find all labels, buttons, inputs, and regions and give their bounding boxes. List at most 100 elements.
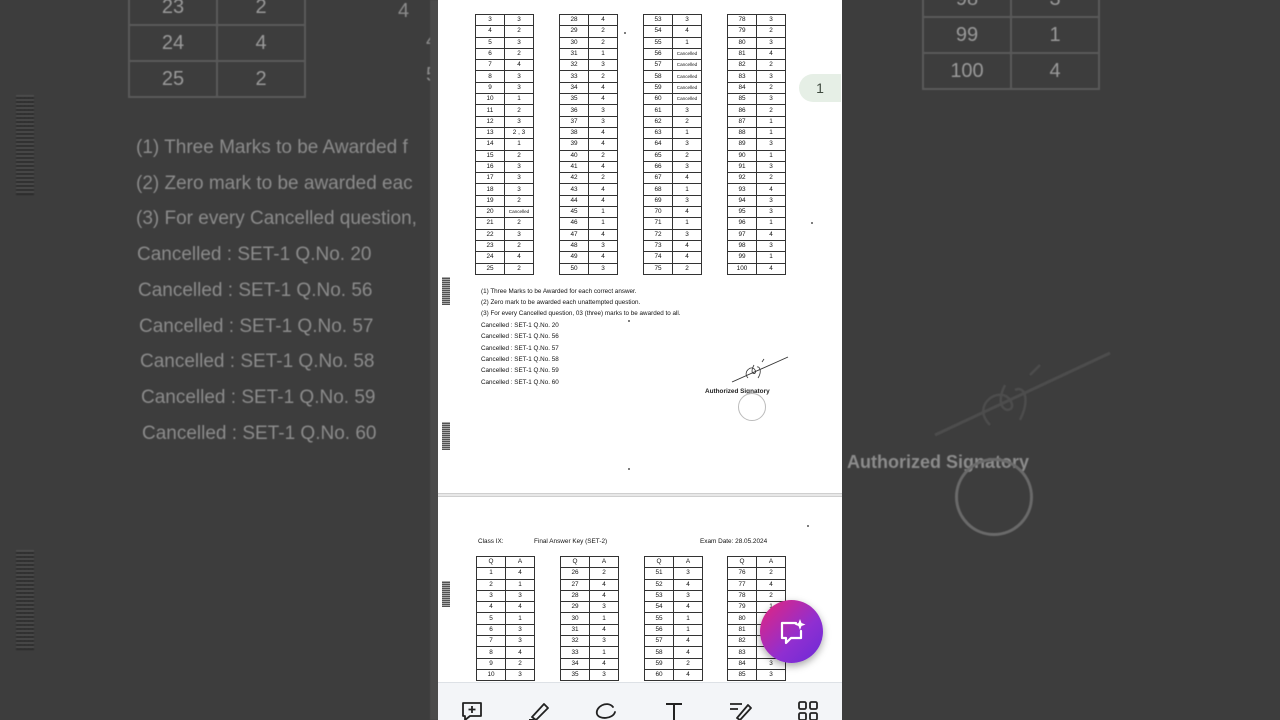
- answer-cell: 4: [756, 228, 786, 241]
- table-row: 61 3: [643, 104, 702, 117]
- highlight-icon: [528, 703, 549, 720]
- question-number-cell: 86: [727, 104, 757, 117]
- question-number-cell: 74: [643, 251, 673, 264]
- answer-cell: 2: [756, 25, 786, 38]
- table-row: 42: [475, 25, 534, 38]
- answer-cell: 4: [756, 578, 786, 591]
- answer-cell: 2: [673, 657, 703, 670]
- answer-cell: 4: [589, 578, 619, 591]
- answer-cell: 2: [504, 194, 534, 208]
- table-row: 13 2 , 3: [475, 126, 534, 140]
- answer-cell: 4: [673, 668, 703, 682]
- question-number-cell: 5: [476, 612, 506, 625]
- question-number-cell: 4: [475, 25, 505, 38]
- draw-button[interactable]: [593, 701, 619, 720]
- question-number-cell: 56: [644, 623, 674, 637]
- question-number-cell: Q: [644, 555, 674, 569]
- answer-cell: 4: [756, 183, 786, 196]
- answer-cell: 2: [504, 217, 534, 230]
- answer-cell: 2: [589, 567, 619, 580]
- scan-dot: [628, 468, 630, 470]
- answer-cell: 4: [588, 13, 618, 27]
- question-number-cell: 7: [476, 635, 506, 648]
- answer-cell: Cancelled: [672, 70, 702, 83]
- question-number-cell: 58: [644, 646, 674, 659]
- table-row: 30 1: [560, 612, 619, 625]
- table-row: 100 4: [727, 262, 786, 275]
- bottom-toolbar: [438, 682, 842, 720]
- question-number-cell: 57: [644, 635, 674, 648]
- table-row: 83: [475, 70, 534, 83]
- table-row: 48 3: [559, 239, 618, 253]
- table-row: 11 2: [475, 104, 534, 117]
- question-number-cell: 87: [727, 115, 757, 128]
- text-icon: [665, 703, 682, 720]
- answer-cell: 2: [504, 149, 534, 162]
- table-row: 99 1: [727, 251, 786, 264]
- cancelled-note: Cancelled : SET-1 Q.No. 20: [481, 322, 559, 329]
- more-tools-icon: [798, 701, 819, 720]
- question-number-cell: 40: [559, 149, 589, 162]
- question-number-cell: 99: [922, 16, 1012, 54]
- question-number-cell: 83: [727, 646, 757, 659]
- touch-ring: [738, 393, 766, 421]
- background-note: Cancelled : SET-1 Q.No. 58: [140, 351, 375, 372]
- ai-assistant-button[interactable]: [760, 600, 823, 663]
- question-number-cell: 65: [643, 149, 673, 162]
- cancelled-note: Cancelled : SET-1 Q.No. 58: [481, 356, 559, 363]
- question-number-cell: 23: [475, 239, 505, 253]
- answer-cell: Cancelled: [504, 206, 534, 219]
- table-row: 59 Cancelled: [643, 81, 702, 95]
- background-scan-mark: [16, 95, 34, 195]
- background-signature: [934, 351, 1111, 437]
- question-number-cell: 93: [727, 183, 757, 196]
- add-comment-button[interactable]: [459, 701, 485, 720]
- table-row: 24 4: [475, 251, 534, 264]
- add-text-button[interactable]: [661, 701, 687, 720]
- highlight-button[interactable]: [526, 701, 552, 720]
- table-row: 97 4: [727, 228, 786, 241]
- page-number-indicator[interactable]: 1: [799, 74, 841, 102]
- question-number-cell: 80: [727, 36, 757, 49]
- table-row: QA: [476, 555, 535, 569]
- table-row: 91 3: [727, 160, 786, 174]
- answer-cell: 4: [588, 194, 618, 208]
- question-number-cell: 37: [559, 115, 589, 128]
- sign-button[interactable]: [728, 701, 754, 720]
- question-number-cell: 64: [643, 138, 673, 151]
- question-number-cell: 79: [727, 25, 757, 38]
- table-row: 78 3: [727, 13, 786, 27]
- question-number-cell: 30: [560, 612, 590, 625]
- pdf-page-2[interactable]: Class IX: Final Answer Key (SET-2) Exam …: [438, 496, 842, 696]
- answer-cell: 1: [756, 126, 786, 140]
- answer-cell: A: [673, 555, 703, 569]
- answer-cell: A: [589, 555, 619, 569]
- table-row: 72 3: [643, 228, 702, 241]
- answer-cell: 3: [756, 206, 786, 219]
- table-row: 63: [476, 623, 535, 637]
- answer-cell: 2: [588, 149, 618, 162]
- background-note: Cancelled : SET-1 Q.No. 59: [141, 387, 376, 408]
- table-row: 43 4: [559, 183, 618, 196]
- table-row: 96 1: [727, 217, 786, 230]
- background-note: Cancelled : SET-1 Q.No. 20: [137, 244, 372, 265]
- more-tools-button[interactable]: [795, 701, 821, 720]
- answer-cell: 4: [588, 251, 618, 264]
- question-number-cell: 6: [476, 623, 506, 637]
- answer-cell: Cancelled: [672, 81, 702, 95]
- answer-cell: 3: [756, 138, 786, 151]
- table-row: 60 4: [644, 668, 703, 682]
- question-number-cell: 25: [475, 262, 505, 275]
- add-comment-icon: [461, 702, 482, 720]
- question-number-cell: 72: [643, 228, 673, 241]
- question-number-cell: Q: [476, 555, 506, 569]
- answer-cell: 3: [672, 160, 702, 174]
- answer-cell: 1: [673, 612, 703, 625]
- pdf-page-1[interactable]: 3 3 4 2 5 3 6 2 7 4 8 3 9 3 10 1 11 2 12 3 13 2 , 3 14 1 15 2 16 3 1…: [438, 0, 842, 494]
- table-row: 803: [727, 36, 786, 49]
- question-number-cell: 66: [643, 160, 673, 174]
- table-row: 44: [476, 601, 535, 614]
- table-row: 18 3: [475, 183, 534, 196]
- question-number-cell: 90: [727, 149, 757, 162]
- table-row: 70 4: [643, 206, 702, 219]
